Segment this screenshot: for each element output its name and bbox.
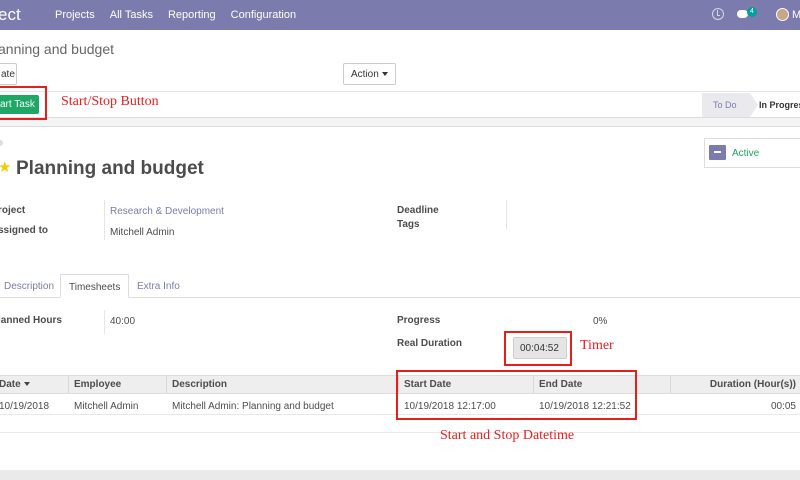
create-button[interactable]: ate	[0, 63, 17, 85]
annotation-timer: Timer	[580, 338, 614, 353]
user-avatar[interactable]	[776, 8, 789, 21]
column-duration[interactable]: Duration (Hour(s))	[710, 379, 796, 390]
column-description[interactable]: Description	[172, 379, 227, 390]
active-label: Active	[732, 148, 760, 159]
row-divider	[0, 432, 800, 433]
deadline-label: Deadline	[397, 205, 439, 216]
app-brand[interactable]: ect	[0, 5, 21, 25]
tags-label: Tags	[397, 219, 420, 230]
column-date-label: Date	[0, 379, 21, 390]
user-name[interactable]: M	[792, 9, 800, 21]
action-label: Action	[351, 69, 379, 80]
progress-value: 0%	[593, 316, 608, 327]
tab-description[interactable]: Description	[4, 274, 54, 298]
menu-configuration[interactable]: Configuration	[231, 9, 296, 21]
field-divider	[506, 200, 507, 230]
main-menu: Projects All Tasks Reporting Configurati…	[55, 9, 311, 21]
column-employee[interactable]: Employee	[74, 379, 121, 390]
column-separator	[68, 375, 69, 394]
menu-all-tasks[interactable]: All Tasks	[110, 9, 153, 21]
stage-in-progress[interactable]: In Progress	[759, 93, 800, 117]
cell-duration[interactable]: 00:05	[771, 401, 796, 412]
planned-hours-label: lanned Hours	[0, 315, 62, 326]
annotation-box-start-button	[0, 86, 47, 120]
field-divider	[104, 200, 105, 220]
project-value[interactable]: Research & Development	[110, 206, 224, 217]
action-dropdown[interactable]: Action	[343, 63, 396, 85]
assigned-to-value[interactable]: Mitchell Admin	[110, 227, 174, 238]
archive-icon	[709, 145, 726, 160]
top-navbar: ect Projects All Tasks Reporting Configu…	[0, 0, 800, 30]
annotation-box-datetime	[396, 370, 637, 420]
annotation-start-stop: Start/Stop Button	[61, 94, 159, 109]
field-divider	[104, 310, 105, 334]
assigned-to-label: ssigned to	[0, 225, 49, 236]
tab-extra-info[interactable]: Extra Info	[137, 274, 180, 298]
planned-hours-value[interactable]: 40:00	[110, 316, 135, 327]
menu-projects[interactable]: Projects	[55, 9, 95, 21]
annotation-box-timer	[504, 331, 572, 366]
chat-count-badge: 4	[747, 7, 757, 17]
caret-down-icon	[381, 72, 388, 77]
stage-todo[interactable]: To Do	[702, 93, 758, 117]
activity-clock-icon[interactable]	[712, 8, 724, 20]
field-divider	[104, 220, 105, 240]
column-separator	[166, 375, 167, 394]
column-separator	[670, 375, 671, 394]
cell-date[interactable]: 10/19/2018	[0, 401, 49, 412]
priority-star-icon[interactable]: ★	[0, 158, 11, 176]
cell-description[interactable]: Mitchell Admin: Planning and budget	[172, 401, 334, 412]
tab-timesheets[interactable]: Timesheets	[60, 274, 130, 298]
project-label: roject	[0, 205, 26, 216]
column-date[interactable]: Date	[0, 379, 30, 390]
sort-down-icon	[23, 382, 30, 387]
progress-label: Progress	[397, 315, 441, 326]
bottom-bar	[0, 470, 800, 480]
task-title[interactable]: Planning and budget	[16, 158, 204, 180]
cell-employee[interactable]: Mitchell Admin	[74, 401, 138, 412]
menu-reporting[interactable]: Reporting	[168, 9, 216, 21]
breadcrumb-title: anning and budget	[0, 41, 114, 57]
annotation-datetime: Start and Stop Datetime	[440, 428, 575, 443]
real-duration-label: Real Duration	[397, 338, 463, 349]
